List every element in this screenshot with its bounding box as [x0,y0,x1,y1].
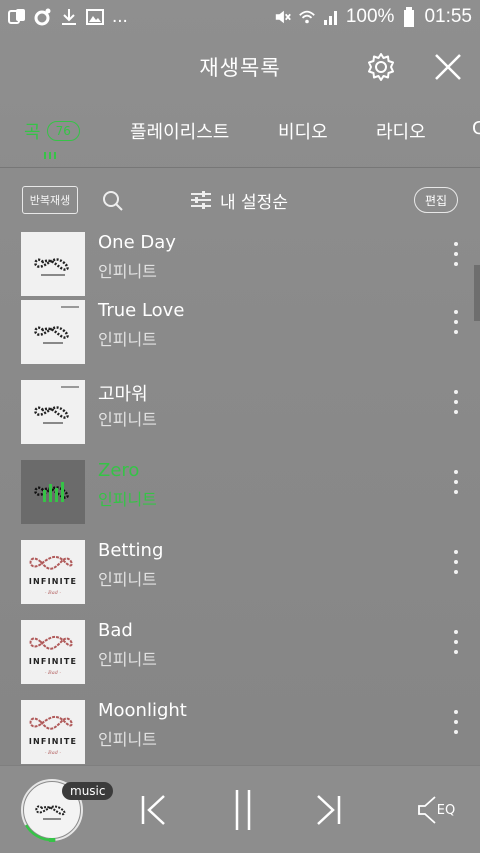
previous-icon [141,795,165,825]
song-title: 고마워 [98,384,148,405]
song-artist: 인피니트 [98,330,157,349]
song-title: Betting [98,540,164,561]
song-artist: 인피니트 [98,570,157,589]
song-artist: 인피니트 [98,730,157,749]
image-icon [86,8,104,26]
album-art [21,460,85,524]
album-art: INFINITE - Bad - [21,620,85,684]
sort-settings-icon [191,191,211,209]
song-title: Moonlight [98,700,187,721]
playlist-screen: ... 100% 01:55 재생목록 곡 76 플레이리스트 비디오 라디오 … [0,0,480,853]
song-row-true-love[interactable]: True Love 인피니트 [0,300,480,380]
app-icon [8,8,26,26]
tab-videos[interactable]: 비디오 [278,118,328,144]
song-row-moonlight[interactable]: INFINITE - Bad - Moonlight 인피니트 [0,700,480,765]
eq-label: EQ [436,802,456,818]
song-artist: 인피니트 [98,490,157,509]
next-button[interactable] [312,788,346,832]
tab-songs[interactable]: 곡 76 [24,118,80,144]
song-title: One Day [98,232,176,253]
album-art [21,380,85,444]
more-options-button[interactable] [446,550,466,574]
song-row-gomawo[interactable]: 고마워 인피니트 [0,380,480,460]
sort-button[interactable]: 내 설정순 [190,186,288,214]
album-infinite-text: INFINITE [29,737,77,746]
speaker-icon [417,796,436,824]
more-options-button[interactable] [446,242,466,266]
album-subtitle-text: - Bad - [45,590,62,596]
album-subtitle-text: - Bad - [45,750,62,756]
eq-button[interactable]: EQ [414,788,458,832]
repeat-button[interactable]: 반복재생 [22,186,78,214]
music-notification-icon [34,8,52,26]
song-title: Bad [98,620,133,641]
music-badge: music [62,782,114,800]
next-icon [317,795,341,825]
sort-label: 내 설정순 [220,192,288,213]
song-artist: 인피니트 [98,410,157,429]
clock: 01:55 [424,6,472,27]
search-button[interactable] [100,188,126,214]
active-tab-indicator [44,152,56,159]
header: 재생목록 [0,34,480,100]
signal-icon [322,8,340,26]
tab-playlists[interactable]: 플레이리스트 [130,118,229,144]
song-row-zero-now-playing[interactable]: Zero 인피니트 [0,460,480,540]
pause-icon [235,790,251,830]
album-subtitle-text: - Bad - [45,670,62,676]
album-infinite-text: INFINITE [29,577,77,586]
album-art: INFINITE - Bad - [21,700,85,764]
song-row-bad[interactable]: INFINITE - Bad - Bad 인피니트 [0,620,480,700]
album-infinite-text: INFINITE [29,657,77,666]
tab-radio[interactable]: 라디오 [376,118,426,144]
tab-bar: 곡 76 플레이리스트 비디오 라디오 C [0,108,480,168]
more-options-button[interactable] [446,710,466,734]
album-art [21,232,85,296]
close-button[interactable] [432,50,464,84]
song-artist: 인피니트 [98,650,157,669]
search-icon [103,191,123,211]
battery-level: 100% [345,6,395,27]
song-title: Zero [98,460,140,481]
previous-button[interactable] [136,788,170,832]
more-notifications: ... [112,6,128,27]
pause-button[interactable] [226,788,260,832]
page-title: 재생목록 [199,56,281,80]
list-toolbar: 반복재생 내 설정순 편집 [0,180,480,224]
song-artist: 인피니트 [98,262,157,281]
more-options-button[interactable] [446,390,466,414]
edit-button[interactable]: 편집 [414,187,458,213]
album-art [21,300,85,364]
mute-icon [274,8,292,26]
list-scrollbar[interactable] [474,265,480,321]
gear-icon [368,53,394,81]
status-left-icons: ... [8,6,128,28]
tab-songs-label: 곡 [24,122,41,143]
battery-icon [400,7,418,27]
mini-player: music EQ [0,765,480,853]
song-title: True Love [98,300,185,321]
close-icon [435,54,461,80]
more-options-button[interactable] [446,470,466,494]
tab-next-partial[interactable]: C [472,118,480,139]
more-options-button[interactable] [446,310,466,334]
status-bar: ... 100% 01:55 [0,0,480,34]
album-art: INFINITE - Bad - [21,540,85,604]
status-right-icons: 100% 01:55 [274,6,472,28]
song-list[interactable]: One Day 인피니트 True Love 인피니트 고마워 인피니트 Zer… [0,230,480,765]
song-row-betting[interactable]: INFINITE - Bad - Betting 인피니트 [0,540,480,620]
download-icon [60,8,78,26]
more-options-button[interactable] [446,630,466,654]
wifi-icon [298,8,316,26]
song-count-badge: 76 [46,121,80,141]
settings-button[interactable] [364,50,398,84]
